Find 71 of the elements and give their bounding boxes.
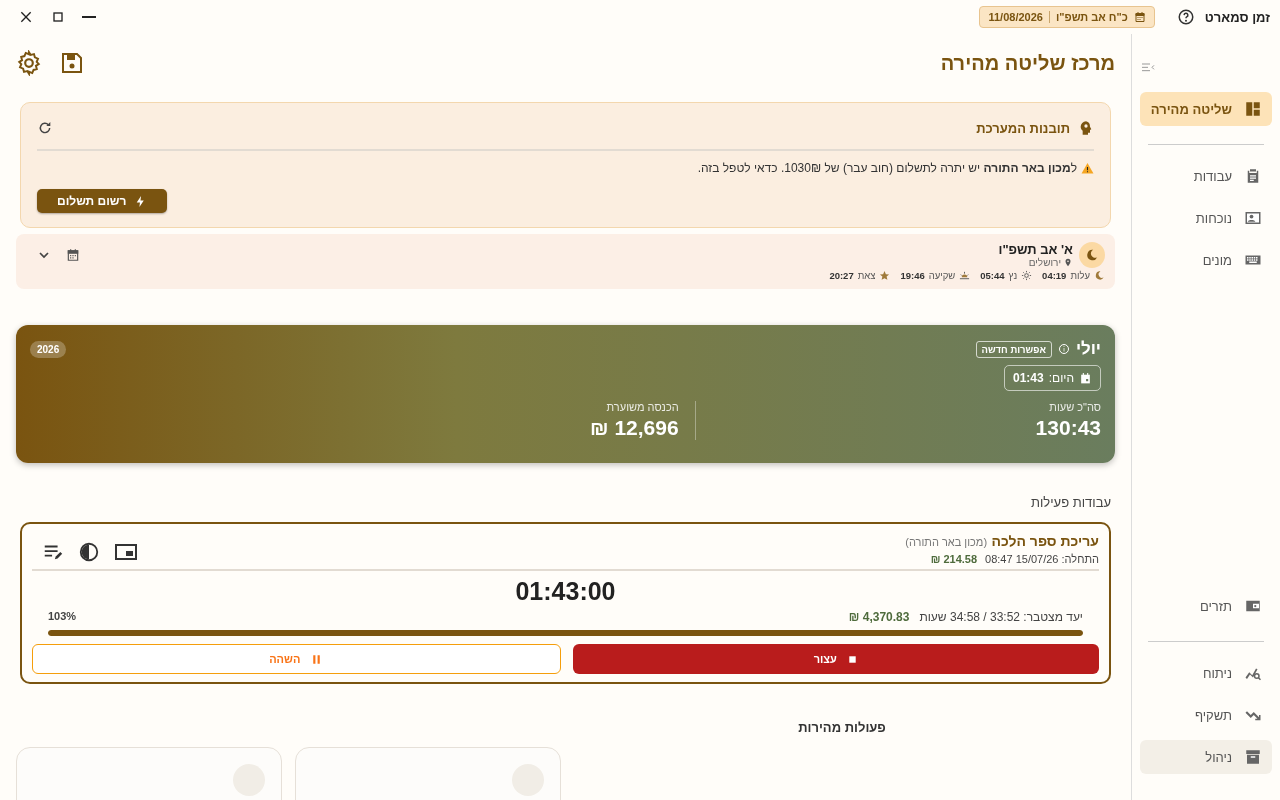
target-amount: 4,370.83 ₪ — [848, 610, 910, 624]
sidebar-item[interactable]: מונים — [1140, 243, 1272, 277]
stat-label: סה"כ שעות — [1048, 401, 1101, 413]
info-icon — [1057, 343, 1070, 355]
warning-icon — [1081, 161, 1094, 175]
job-earned: 214.58 ₪ — [930, 553, 978, 565]
section-title: עבודות פעילות — [1030, 495, 1111, 510]
moon-icon — [1085, 248, 1099, 262]
zman-time: 04:19 — [1042, 270, 1067, 281]
page-title: מרכז שליטה מהירה — [940, 51, 1115, 75]
zman-time: 19:46 — [900, 270, 925, 281]
month-name: יולי — [1075, 339, 1101, 359]
refresh-button[interactable] — [37, 120, 53, 136]
today-value: 01:43 — [1013, 371, 1044, 385]
new-feature-badge: אפשרות חדשה — [975, 340, 1052, 358]
job-start: התחלה: 15/07/26 08:47 — [985, 553, 1099, 565]
section-title: פעולות מהירות — [797, 720, 887, 735]
settings-icon — [16, 50, 42, 76]
zman-label: שקיעה — [928, 270, 956, 281]
refresh-icon — [37, 120, 53, 136]
sidebar-item[interactable]: ניהול — [1140, 740, 1272, 774]
stop-button[interactable]: עצור — [572, 644, 1099, 674]
stat-value: 12,696 ₪ — [590, 416, 679, 440]
cumulative-target: יעד מצטבר: 33:52 / 34:58 שעות — [919, 610, 1083, 624]
hebrew-date: א' אב תשפ"ו — [998, 242, 1073, 257]
moon-icon — [1094, 270, 1105, 281]
insights-title: תובנות המערכת — [976, 120, 1070, 136]
contact-card-icon — [1244, 209, 1262, 227]
calendar-button[interactable] — [66, 248, 80, 262]
zman-time: 05:44 — [980, 270, 1005, 281]
save-button[interactable] — [60, 51, 84, 75]
sidebar-item[interactable]: תשקיף — [1140, 698, 1272, 732]
sidebar-item[interactable]: שליטה מהירה — [1140, 92, 1272, 126]
save-icon — [60, 51, 84, 75]
half-circle-icon — [78, 541, 100, 563]
sun-icon — [1021, 270, 1033, 281]
stop-icon — [846, 653, 858, 665]
job-timer: 01:43:00 — [514, 577, 617, 606]
sidebar-item[interactable]: עבודות — [1140, 159, 1272, 193]
location: ירושלים — [1028, 257, 1061, 268]
zman-time: 20:27 — [829, 270, 854, 281]
location-pin-icon — [1063, 257, 1073, 268]
zman-label: עלות — [1070, 270, 1090, 281]
star-icon — [879, 270, 891, 281]
calendar-icon — [1079, 371, 1092, 385]
stat-value: 130:43 — [1035, 416, 1101, 440]
sidebar-item[interactable]: נוכחות — [1140, 201, 1272, 235]
job-name: עריכת ספר הלכה — [991, 533, 1099, 549]
progress-button[interactable] — [78, 541, 100, 563]
insight-message: למכון באר התורה יש יתרה לתשלום (חוב עבר) של 1030₪. כדאי לטפל בזה. — [697, 161, 1077, 175]
zman-label: צאת — [857, 270, 876, 281]
today-label: היום: — [1048, 371, 1074, 385]
sidebar-item[interactable]: תזרים — [1140, 589, 1272, 623]
dashboard-icon — [1244, 100, 1262, 118]
sidebar-item[interactable]: ניתוח — [1140, 656, 1272, 690]
sunset-icon — [959, 270, 971, 281]
minimize-icon — [82, 16, 96, 18]
archive-icon — [1244, 748, 1262, 766]
stat-label: הכנסה משוערת — [605, 401, 679, 413]
zman-label: נץ — [1008, 270, 1018, 281]
settings-button[interactable] — [16, 50, 42, 76]
calendar-icon — [1133, 11, 1146, 23]
maximize-icon — [50, 9, 66, 25]
calendar-icon — [66, 248, 80, 262]
year-badge: 2026 — [30, 340, 67, 358]
app-title: זמן סמארט — [1204, 9, 1270, 25]
clock-question-icon — [1176, 8, 1195, 26]
record-payment-button[interactable]: רשום תשלום — [37, 189, 168, 213]
job-client: (מכון באר התורה) — [905, 536, 988, 548]
close-icon — [18, 9, 34, 25]
progress-percent: 103% — [48, 610, 77, 624]
